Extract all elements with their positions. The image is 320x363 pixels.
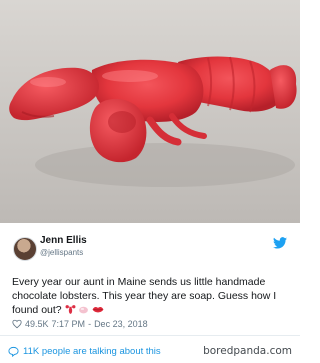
meta-separator: - bbox=[88, 319, 92, 329]
tweet-time[interactable]: 7:17 PM bbox=[52, 319, 86, 329]
divider bbox=[0, 335, 300, 336]
soap-emoji-icon bbox=[79, 306, 89, 314]
tweet-text: Every year our aunt in Maine sends us li… bbox=[12, 275, 292, 317]
author-avatar[interactable] bbox=[13, 237, 37, 261]
tweet-body: Every year our aunt in Maine sends us li… bbox=[12, 276, 277, 316]
heart-icon[interactable] bbox=[12, 319, 22, 329]
author-name[interactable]: Jenn Ellis bbox=[40, 235, 87, 246]
lobster-emoji-icon bbox=[65, 305, 75, 314]
tweet-date[interactable]: Dec 23, 2018 bbox=[94, 319, 148, 329]
lobster-soap-image bbox=[0, 0, 300, 223]
reply-bubble-icon bbox=[8, 346, 19, 357]
lips-emoji-icon bbox=[92, 307, 104, 313]
talking-link[interactable]: 11K people are talking about this bbox=[8, 346, 161, 357]
tweet-meta: 49.5K 7:17 PM - Dec 23, 2018 bbox=[12, 319, 148, 329]
like-count[interactable]: 49.5K bbox=[25, 319, 49, 329]
talking-label: 11K people are talking about this bbox=[23, 346, 161, 357]
tweet-card: Jenn Ellis @jellispants Every year our a… bbox=[0, 223, 300, 363]
tweet-photo[interactable] bbox=[0, 0, 300, 223]
boredpanda-watermark: boredpanda.com bbox=[203, 345, 292, 357]
twitter-bird-icon[interactable] bbox=[273, 237, 287, 249]
author-handle[interactable]: @jellispants bbox=[40, 248, 83, 257]
